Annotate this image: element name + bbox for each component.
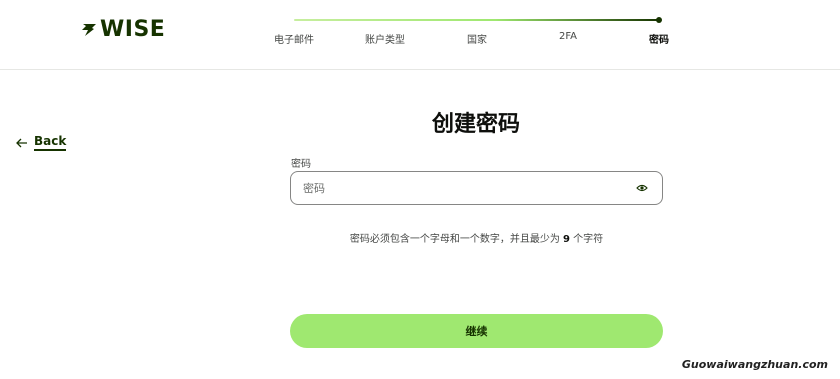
step-2fa: 2FA	[558, 31, 578, 42]
hint-min-length: 9	[563, 234, 570, 245]
header: WISE 电子邮件 账户类型 国家 2FA 密码	[0, 0, 840, 70]
eye-icon[interactable]	[630, 176, 654, 200]
progress-current-dot	[656, 17, 662, 23]
step-progress-bar	[294, 17, 662, 23]
step-account-type: 账户类型	[365, 35, 405, 46]
logo-text: WISE	[100, 17, 166, 42]
step-country: 国家	[467, 35, 487, 46]
password-hint: 密码必须包含一个字母和一个数字，并且最少为 9 个字符	[290, 230, 663, 245]
wise-logo[interactable]: WISE	[81, 17, 165, 42]
password-input[interactable]	[291, 172, 630, 204]
page: WISE 电子邮件 账户类型 国家 2FA 密码 Back 创建密码 密码 密码…	[0, 0, 840, 379]
arrow-left-icon	[16, 138, 27, 147]
watermark: Guowaiwangzhuan.com	[681, 358, 828, 371]
hint-text-before: 密码必须包含一个字母和一个数字，并且最少为	[349, 234, 560, 245]
continue-button[interactable]: 继续	[290, 314, 663, 348]
step-email: 电子邮件	[274, 35, 314, 46]
wise-flag-icon	[82, 23, 96, 36]
password-label: 密码	[291, 159, 311, 170]
password-field	[290, 171, 663, 205]
progress-fill	[294, 19, 660, 21]
step-password: 密码	[649, 35, 669, 46]
page-title: 创建密码	[431, 112, 520, 137]
hint-text-after: 个字符	[573, 234, 604, 245]
